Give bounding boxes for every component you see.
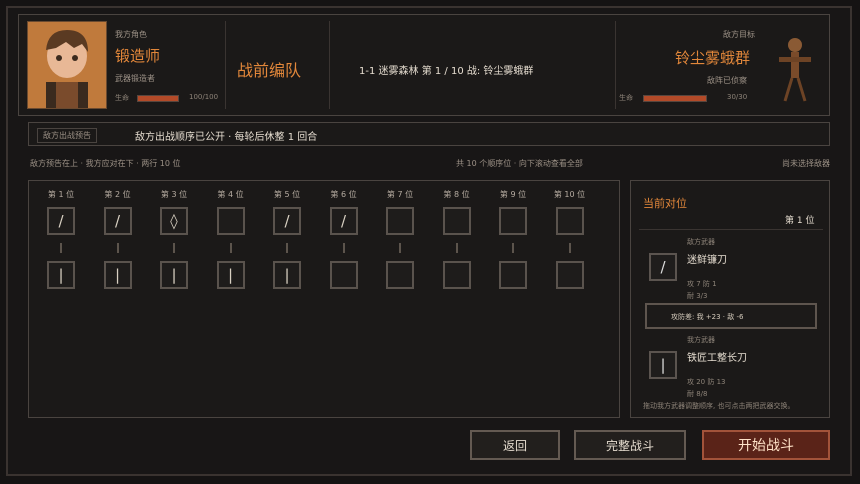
compare-box: 攻防差: 我 +23 · 敌 -6 — [645, 303, 817, 329]
player-slot[interactable] — [442, 261, 471, 289]
detail-position: 第 1 位 — [785, 216, 815, 226]
header-panel: 我方角色 锻造师 武器锻造者 生命 100/100 战前编队 1-1 迷雾森林 … — [18, 14, 830, 116]
slot-connector — [399, 243, 401, 253]
enemy-name: 铃尘雾蛾群 — [675, 49, 751, 67]
enemy-role-label: 敌方目标 — [723, 30, 755, 39]
notice-bar: 敌方出战预告 敌方出战顺序已公开 · 每轮后休整 1 回合 — [28, 122, 830, 146]
stage-info: 1-1 迷雾森林 第 1 / 10 战: 铃尘雾蛾群 — [359, 66, 534, 77]
info-center: 共 10 个顺序位 · 向下滚动查看全部 — [456, 159, 583, 168]
slot-connector — [60, 243, 62, 253]
enemy-hp-fill — [644, 96, 706, 101]
slot-connector — [173, 243, 175, 253]
slot-connector — [286, 243, 288, 253]
player-weapon-name: 铁匠工整长刀 — [687, 353, 747, 364]
page-title: 战前编队 — [237, 61, 302, 80]
player-hp-text: 100/100 — [189, 93, 219, 101]
slot-connector — [229, 243, 232, 253]
enemy-hp-text: 30/30 — [727, 93, 748, 101]
order-grid-panel: 第 1 位 / | 第 2 位 / | 第 3 位 ◊ | 第 4 位 | 第 5 位 / | 第 6 位 /… — [28, 180, 620, 418]
slot-connector — [512, 243, 514, 253]
player-slot[interactable] — [386, 261, 414, 289]
player-role-label: 我方角色 — [115, 30, 147, 39]
header-divider-mid — [329, 21, 330, 109]
player-portrait — [27, 21, 107, 109]
player-weapon-tag: 我方武器 — [687, 336, 715, 344]
player-subtitle: 武器锻造者 — [115, 74, 155, 83]
slot-label: 第 1 位 — [47, 190, 75, 199]
slot-connector — [116, 243, 119, 253]
slot-label: 第 4 位 — [217, 190, 244, 199]
player-slot[interactable]: | — [103, 261, 132, 289]
player-slot[interactable]: | — [273, 261, 301, 289]
slot-label: 第 9 位 — [499, 190, 527, 199]
slot-label: 第 7 位 — [386, 190, 414, 199]
player-slot[interactable] — [499, 261, 527, 289]
enemy-slot[interactable]: / — [103, 207, 132, 235]
player-weapon-icon[interactable]: | — [649, 351, 677, 379]
player-hp-label: 生命 — [115, 94, 129, 102]
notice-text: 敌方出战顺序已公开 · 每轮后休整 1 回合 — [135, 132, 318, 143]
enemy-subtitle: 敌阵已侦察 — [707, 76, 747, 85]
enemy-slot[interactable]: ◊ — [160, 207, 188, 235]
player-slot[interactable]: | — [160, 261, 188, 289]
detail-hint: 拖动我方武器调整顺序, 也可点击两把武器交换。 — [643, 402, 795, 410]
player-slot[interactable] — [329, 261, 358, 289]
player-weapon-stats: 攻 20 防 13 — [687, 378, 726, 386]
scarecrow-enemy-icon — [779, 38, 811, 102]
slot-connector — [568, 243, 571, 253]
back-button[interactable]: 返回 — [470, 430, 560, 460]
enemy-weapon-sub: 耐 3/3 — [687, 292, 708, 300]
enemy-hp-label: 生命 — [619, 94, 633, 102]
slot-connector — [455, 243, 458, 253]
compare-text: 攻防差: 我 +23 · 敌 -6 — [671, 313, 744, 321]
slot-label: 第 10 位 — [553, 190, 586, 199]
enemy-slot[interactable]: / — [273, 207, 301, 235]
slot-connector — [342, 243, 345, 253]
player-slot[interactable]: | — [216, 261, 245, 289]
header-divider-right — [615, 21, 616, 109]
notice-tag: 敌方出战预告 — [37, 128, 97, 143]
enemy-slot[interactable]: / — [329, 207, 358, 235]
enemy-weapon-stats: 攻 7 防 1 — [687, 280, 717, 288]
enemy-weapon-name: 迷鲜镰刀 — [687, 255, 727, 266]
enemy-slot[interactable]: / — [47, 207, 75, 235]
blacksmith-portrait-icon — [28, 22, 106, 108]
enemy-slot[interactable] — [386, 207, 414, 235]
slot-label: 第 2 位 — [104, 190, 131, 199]
player-hp-bar — [137, 95, 179, 102]
enemy-hp-bar — [643, 95, 707, 102]
enemy-slot[interactable] — [555, 207, 584, 235]
info-left: 敌方预告在上 · 我方应对在下 · 两行 10 位 — [30, 159, 181, 168]
slot-label: 第 8 位 — [443, 190, 470, 199]
slot-label: 第 5 位 — [273, 190, 301, 199]
start-battle-button[interactable]: 开始战斗 — [702, 430, 830, 460]
detail-separator — [639, 229, 823, 230]
slot-label: 第 3 位 — [160, 190, 188, 199]
player-hp-fill — [138, 96, 178, 101]
player-name: 锻造师 — [115, 47, 161, 65]
auto-battle-button[interactable]: 完整战斗 — [574, 430, 686, 460]
player-slot[interactable]: | — [47, 261, 75, 289]
detail-panel: 当前对位 第 1 位 敌方武器 / 迷鲜镰刀 攻 7 防 1 耐 3/3 攻防差… — [630, 180, 830, 418]
player-weapon-sub: 耐 8/8 — [687, 390, 708, 398]
enemy-weapon-icon[interactable]: / — [649, 253, 677, 281]
enemy-slot[interactable] — [216, 207, 245, 235]
enemy-weapon-tag: 敌方武器 — [687, 238, 715, 246]
detail-title: 当前对位 — [643, 197, 687, 210]
player-slot[interactable] — [555, 261, 584, 289]
enemy-slot[interactable] — [442, 207, 471, 235]
info-right: 尚未选择敌器 — [782, 159, 830, 168]
slot-label: 第 6 位 — [330, 190, 357, 199]
enemy-slot[interactable] — [499, 207, 527, 235]
header-divider-left — [225, 21, 226, 109]
